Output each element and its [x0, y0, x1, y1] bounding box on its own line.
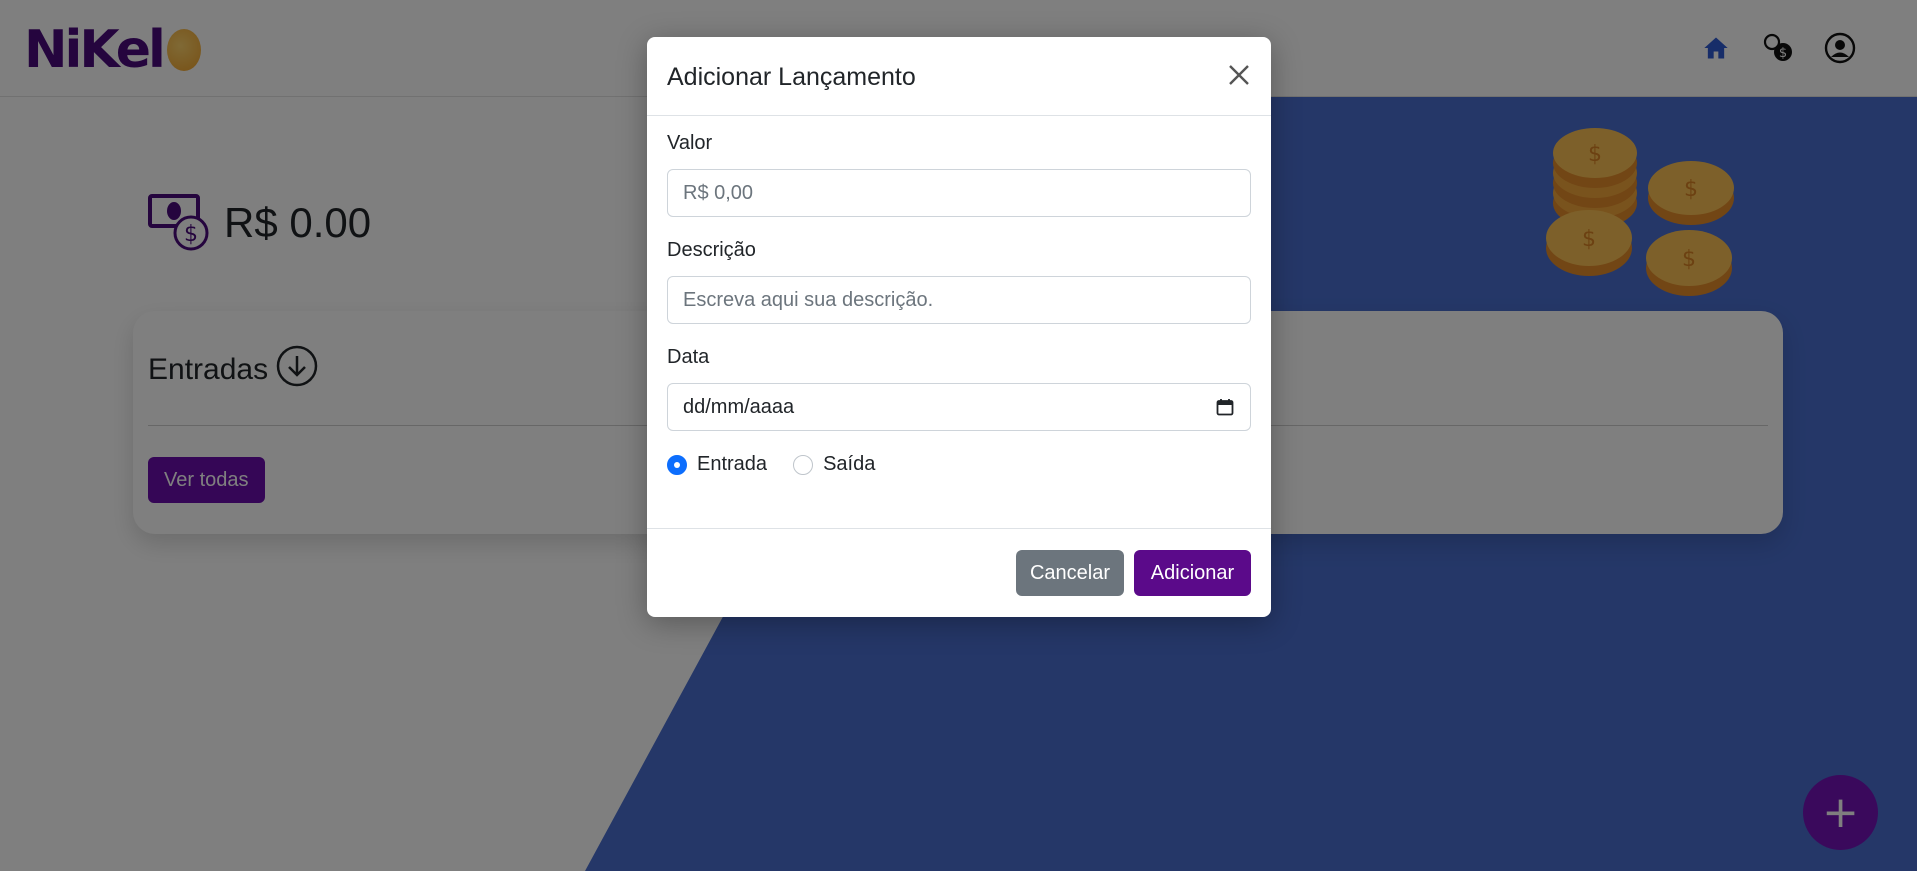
descricao-placeholder: Escreva aqui sua descrição. [683, 288, 934, 311]
valor-placeholder: R$ 0,00 [683, 181, 754, 204]
modal-footer: Cancelar Adicionar [647, 528, 1271, 617]
add-transaction-modal: Adicionar Lançamento Valor R$ 0,00 Descr… [647, 37, 1271, 617]
descricao-input[interactable]: Escreva aqui sua descrição. [667, 276, 1251, 324]
valor-label: Valor [667, 132, 713, 154]
radio-saida[interactable] [793, 454, 814, 475]
descricao-label: Descrição [667, 239, 756, 261]
close-icon [1229, 65, 1249, 85]
calendar-icon[interactable] [1216, 398, 1234, 422]
data-label: Data [667, 346, 710, 368]
modal-header: Adicionar Lançamento [647, 37, 1271, 116]
valor-input[interactable]: R$ 0,00 [667, 169, 1251, 217]
type-radio-group: Entrada Saída [667, 453, 901, 476]
close-button[interactable] [1221, 57, 1257, 93]
data-placeholder: dd/mm/aaaa [683, 395, 795, 418]
data-input[interactable]: dd/mm/aaaa [667, 383, 1251, 431]
cancel-button[interactable]: Cancelar [1016, 550, 1124, 596]
radio-saida-label[interactable]: Saída [823, 453, 875, 476]
radio-entrada-label[interactable]: Entrada [697, 453, 767, 476]
modal-title: Adicionar Lançamento [667, 63, 916, 91]
radio-entrada[interactable] [667, 454, 687, 475]
add-button[interactable]: Adicionar [1134, 550, 1251, 596]
